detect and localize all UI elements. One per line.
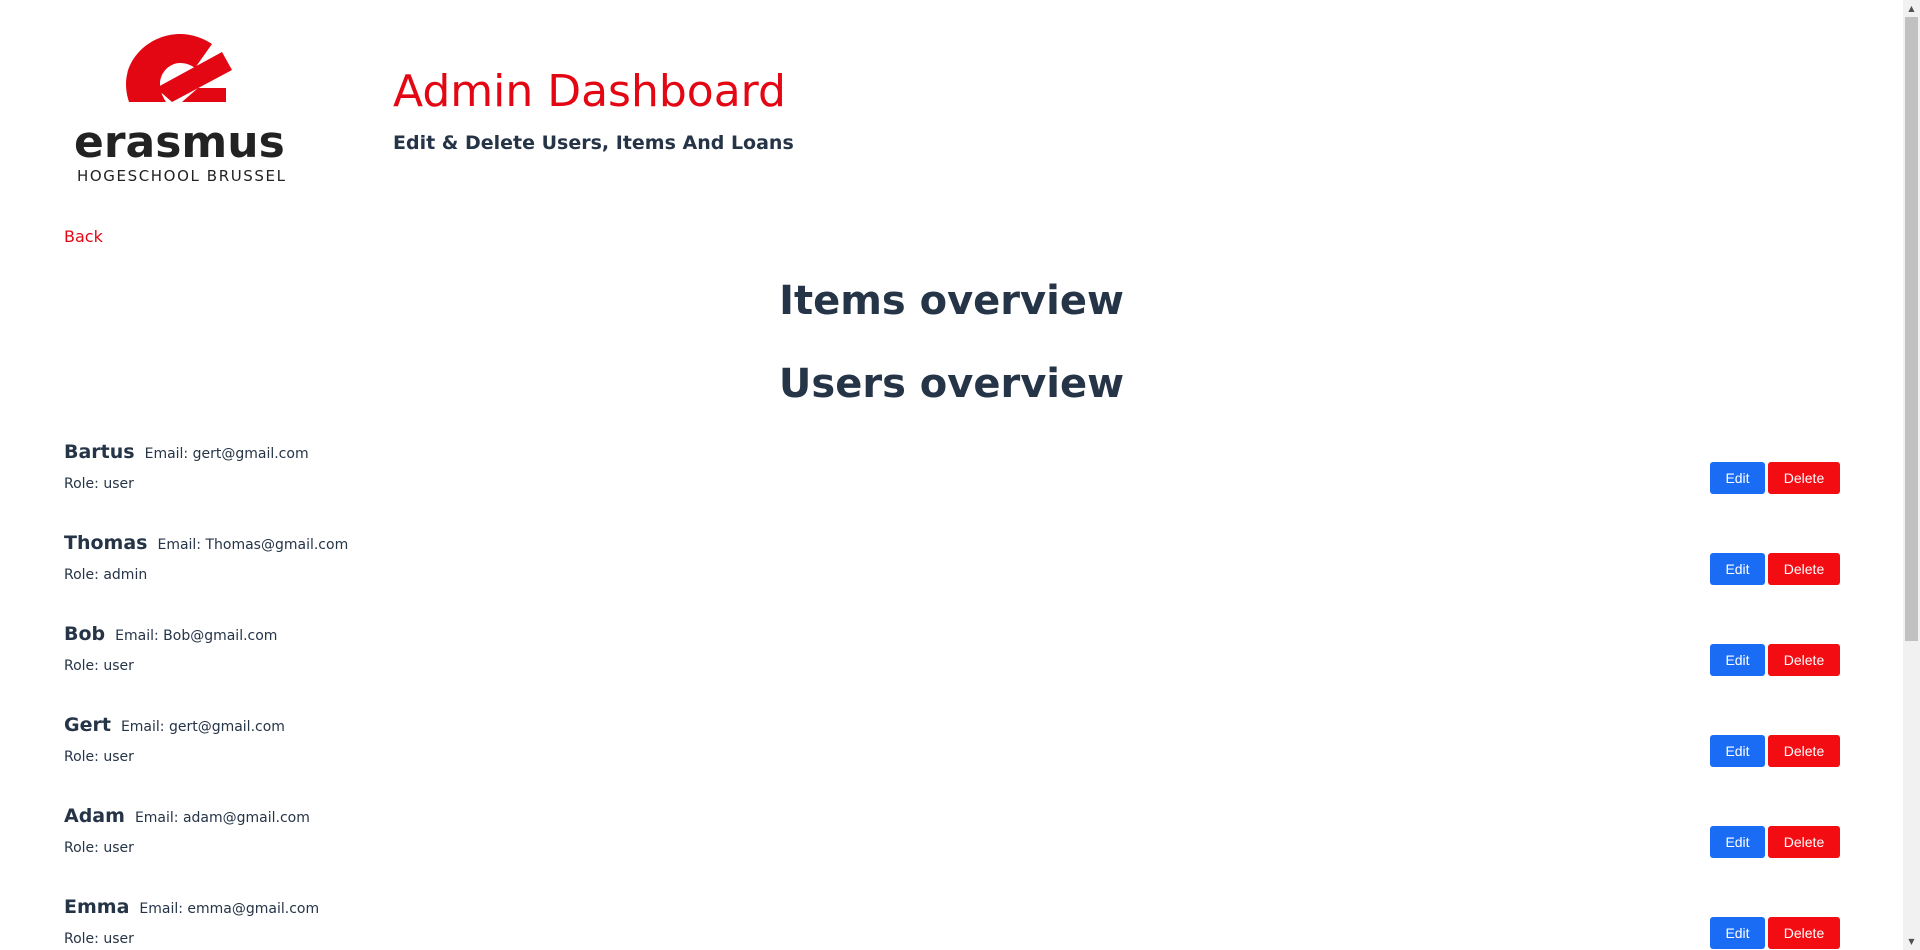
- delete-user-button[interactable]: Delete: [1768, 644, 1840, 676]
- users-overview-heading: Users overview: [778, 361, 1125, 407]
- delete-user-button[interactable]: Delete: [1768, 735, 1840, 767]
- user-role: Role: user: [64, 931, 134, 947]
- user-actions: Edit Delete: [1710, 462, 1840, 494]
- page: erasmus HOGESCHOOL BRUSSEL Admin Dashboa…: [0, 0, 1903, 950]
- user-row: Bartus Email: gert@gmail.com Role: user E…: [64, 435, 1840, 526]
- user-role: Role: user: [64, 749, 134, 765]
- edit-user-button[interactable]: Edit: [1710, 735, 1765, 767]
- user-name-text: Emma: [64, 896, 130, 918]
- delete-user-button[interactable]: Delete: [1768, 917, 1840, 949]
- user-role: Role: user: [64, 840, 134, 856]
- user-name-text: Adam: [64, 805, 125, 827]
- user-name: Gert Email: gert@gmail.com: [64, 714, 285, 736]
- user-name-text: Bob: [64, 623, 106, 645]
- user-email: Email: gert@gmail.com: [144, 446, 309, 462]
- page-title: Admin Dashboard: [393, 66, 786, 117]
- user-row: Adam Email: adam@gmail.com Role: user Edi…: [64, 799, 1840, 890]
- user-name: Adam Email: adam@gmail.com: [64, 805, 310, 827]
- user-actions: Edit Delete: [1710, 644, 1840, 676]
- user-actions: Edit Delete: [1710, 735, 1840, 767]
- user-email: Email: adam@gmail.com: [134, 810, 310, 826]
- user-name: Bob Email: Bob@gmail.com: [64, 623, 277, 645]
- logo-wordmark: erasmus: [74, 117, 285, 168]
- edit-user-button[interactable]: Edit: [1710, 826, 1765, 858]
- vertical-scrollbar[interactable]: ▲ ▼: [1903, 0, 1920, 950]
- scrollbar-thumb[interactable]: [1905, 17, 1918, 641]
- edit-user-button[interactable]: Edit: [1710, 462, 1765, 494]
- edit-user-button[interactable]: Edit: [1710, 644, 1765, 676]
- user-actions: Edit Delete: [1710, 553, 1840, 585]
- scroll-down-arrow-icon[interactable]: ▼: [1903, 933, 1920, 950]
- page-subtitle: Edit & Delete Users, Items And Loans: [393, 132, 794, 154]
- user-list: Bartus Email: gert@gmail.com Role: user E…: [64, 435, 1840, 950]
- user-email: Email: Thomas@gmail.com: [157, 537, 349, 553]
- user-name: Emma Email: emma@gmail.com: [64, 896, 319, 918]
- items-overview-heading: Items overview: [779, 278, 1124, 324]
- logo-subtitle: HOGESCHOOL BRUSSEL: [77, 167, 287, 185]
- user-name: Bartus Email: gert@gmail.com: [64, 441, 309, 463]
- user-actions: Edit Delete: [1710, 826, 1840, 858]
- user-role: Role: admin: [64, 567, 148, 583]
- delete-user-button[interactable]: Delete: [1768, 826, 1840, 858]
- user-email: Email: gert@gmail.com: [120, 719, 285, 735]
- delete-user-button[interactable]: Delete: [1768, 553, 1840, 585]
- user-name: Thomas Email: Thomas@gmail.com: [64, 532, 348, 554]
- user-email: Email: Bob@gmail.com: [115, 628, 278, 644]
- user-name-text: Thomas: [64, 532, 148, 554]
- user-row: Emma Email: emma@gmail.com Role: user Edi…: [64, 890, 1840, 950]
- scroll-up-arrow-icon[interactable]: ▲: [1903, 0, 1920, 17]
- back-link[interactable]: Back: [64, 227, 103, 246]
- user-email: Email: emma@gmail.com: [139, 901, 320, 917]
- user-role: Role: user: [64, 476, 134, 492]
- user-row: Gert Email: gert@gmail.com Role: user Edi…: [64, 708, 1840, 799]
- delete-user-button[interactable]: Delete: [1768, 462, 1840, 494]
- user-actions: Edit Delete: [1710, 917, 1840, 949]
- user-role: Role: user: [64, 658, 134, 674]
- erasmus-logo: erasmus HOGESCHOOL BRUSSEL: [72, 30, 285, 190]
- user-row: Thomas Email: Thomas@gmail.com Role: admi…: [64, 526, 1840, 617]
- user-name-text: Bartus: [64, 441, 135, 463]
- user-row: Bob Email: Bob@gmail.com Role: user Edit …: [64, 617, 1840, 708]
- edit-user-button[interactable]: Edit: [1710, 917, 1765, 949]
- edit-user-button[interactable]: Edit: [1710, 553, 1765, 585]
- user-name-text: Gert: [64, 714, 111, 736]
